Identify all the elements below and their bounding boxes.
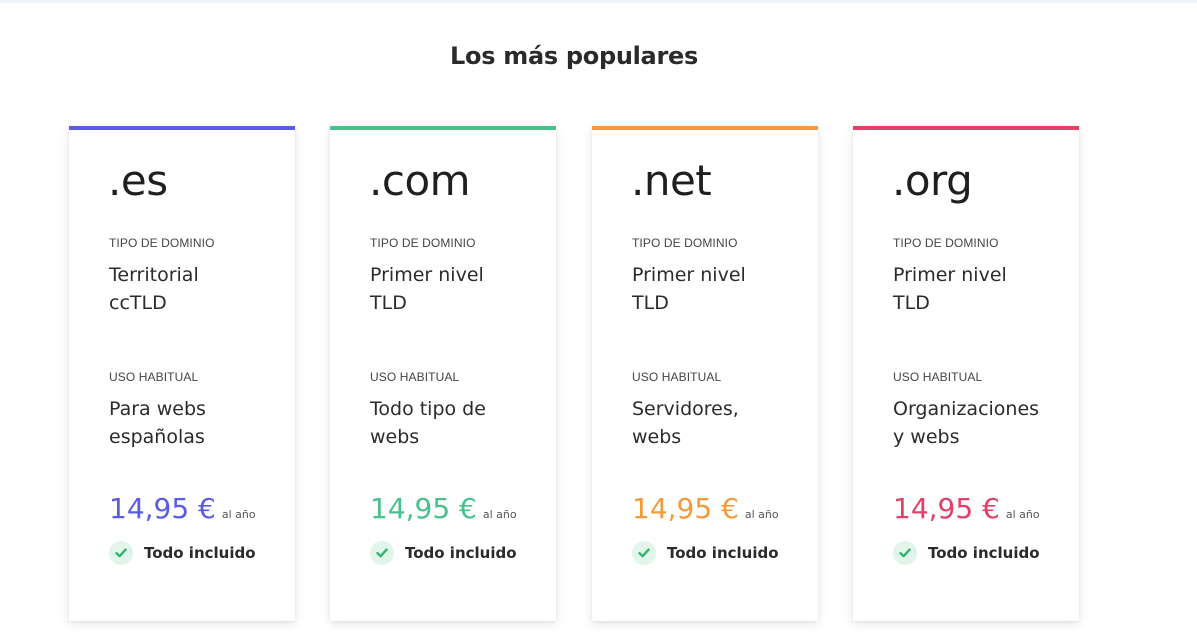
domain-type-label: TIPO DE DOMINIO [893, 236, 999, 250]
usage-line: webs [370, 426, 420, 448]
price-period: al año [482, 508, 517, 521]
usage-value: Servidores, webs [632, 395, 812, 451]
included-text: Todo incluido [667, 544, 779, 562]
domain-type-line: Primer nivel [632, 264, 746, 286]
usage-label: USO HABITUAL [893, 370, 983, 384]
included-row: Todo incluido [109, 541, 256, 565]
price-period: al año [744, 508, 779, 521]
check-circle-icon [632, 541, 656, 565]
usage-line: Para webs [109, 398, 206, 420]
domain-extension: .com [369, 156, 471, 205]
price: 14,95 € [893, 492, 1000, 525]
price: 14,95 € [632, 492, 739, 525]
price-period: al año [1005, 508, 1040, 521]
domain-type-label: TIPO DE DOMINIO [632, 236, 738, 250]
check-circle-icon [109, 541, 133, 565]
domain-type-line: Primer nivel [893, 264, 1007, 286]
usage-line: webs [632, 426, 682, 448]
included-text: Todo incluido [928, 544, 1040, 562]
card-accent-bar [69, 126, 295, 130]
price-row: 14,95 € al año [109, 489, 256, 529]
top-divider [0, 0, 1197, 3]
price-row: 14,95 € al año [893, 489, 1040, 529]
price-period: al año [221, 508, 256, 521]
domain-type-value: Territorial ccTLD [109, 261, 289, 317]
domain-type-line: Primer nivel [370, 264, 484, 286]
usage-label: USO HABITUAL [370, 370, 460, 384]
domain-type-label: TIPO DE DOMINIO [109, 236, 215, 250]
check-circle-icon [893, 541, 917, 565]
price-row: 14,95 € al año [370, 489, 517, 529]
included-text: Todo incluido [405, 544, 517, 562]
price: 14,95 € [109, 492, 216, 525]
usage-value: Organizaciones y webs [893, 395, 1073, 451]
domain-type-line: Territorial [109, 264, 199, 286]
usage-line: españolas [109, 426, 205, 448]
domain-type-value: Primer nivel TLD [893, 261, 1073, 317]
domain-type-line: TLD [370, 292, 407, 314]
usage-label: USO HABITUAL [632, 370, 722, 384]
included-row: Todo incluido [632, 541, 779, 565]
card-accent-bar [592, 126, 818, 130]
domain-card-org[interactable]: .org TIPO DE DOMINIO Primer nivel TLD US… [853, 126, 1079, 621]
price-row: 14,95 € al año [632, 489, 779, 529]
domain-type-line: TLD [632, 292, 669, 314]
usage-line: y webs [893, 426, 960, 448]
card-accent-bar [330, 126, 556, 130]
included-row: Todo incluido [893, 541, 1040, 565]
usage-value: Todo tipo de webs [370, 395, 550, 451]
domain-card-es[interactable]: .es TIPO DE DOMINIO Territorial ccTLD US… [69, 126, 295, 621]
card-accent-bar [853, 126, 1079, 130]
usage-line: Servidores, [632, 398, 739, 420]
usage-line: Organizaciones [893, 398, 1040, 420]
domain-card-net[interactable]: .net TIPO DE DOMINIO Primer nivel TLD US… [592, 126, 818, 621]
domain-extension: .net [631, 156, 712, 205]
domain-extension: .org [892, 156, 973, 205]
included-text: Todo incluido [144, 544, 256, 562]
price: 14,95 € [370, 492, 477, 525]
included-row: Todo incluido [370, 541, 517, 565]
domain-card-com[interactable]: .com TIPO DE DOMINIO Primer nivel TLD US… [330, 126, 556, 621]
domain-type-value: Primer nivel TLD [632, 261, 812, 317]
domain-type-label: TIPO DE DOMINIO [370, 236, 476, 250]
domain-type-line: TLD [893, 292, 930, 314]
usage-label: USO HABITUAL [109, 370, 199, 384]
check-circle-icon [370, 541, 394, 565]
domain-type-value: Primer nivel TLD [370, 261, 550, 317]
domain-extension: .es [108, 156, 168, 205]
usage-line: Todo tipo de [370, 398, 486, 420]
usage-value: Para webs españolas [109, 395, 289, 451]
section-title: Los más populares [450, 42, 698, 70]
domain-type-line: ccTLD [109, 292, 167, 314]
